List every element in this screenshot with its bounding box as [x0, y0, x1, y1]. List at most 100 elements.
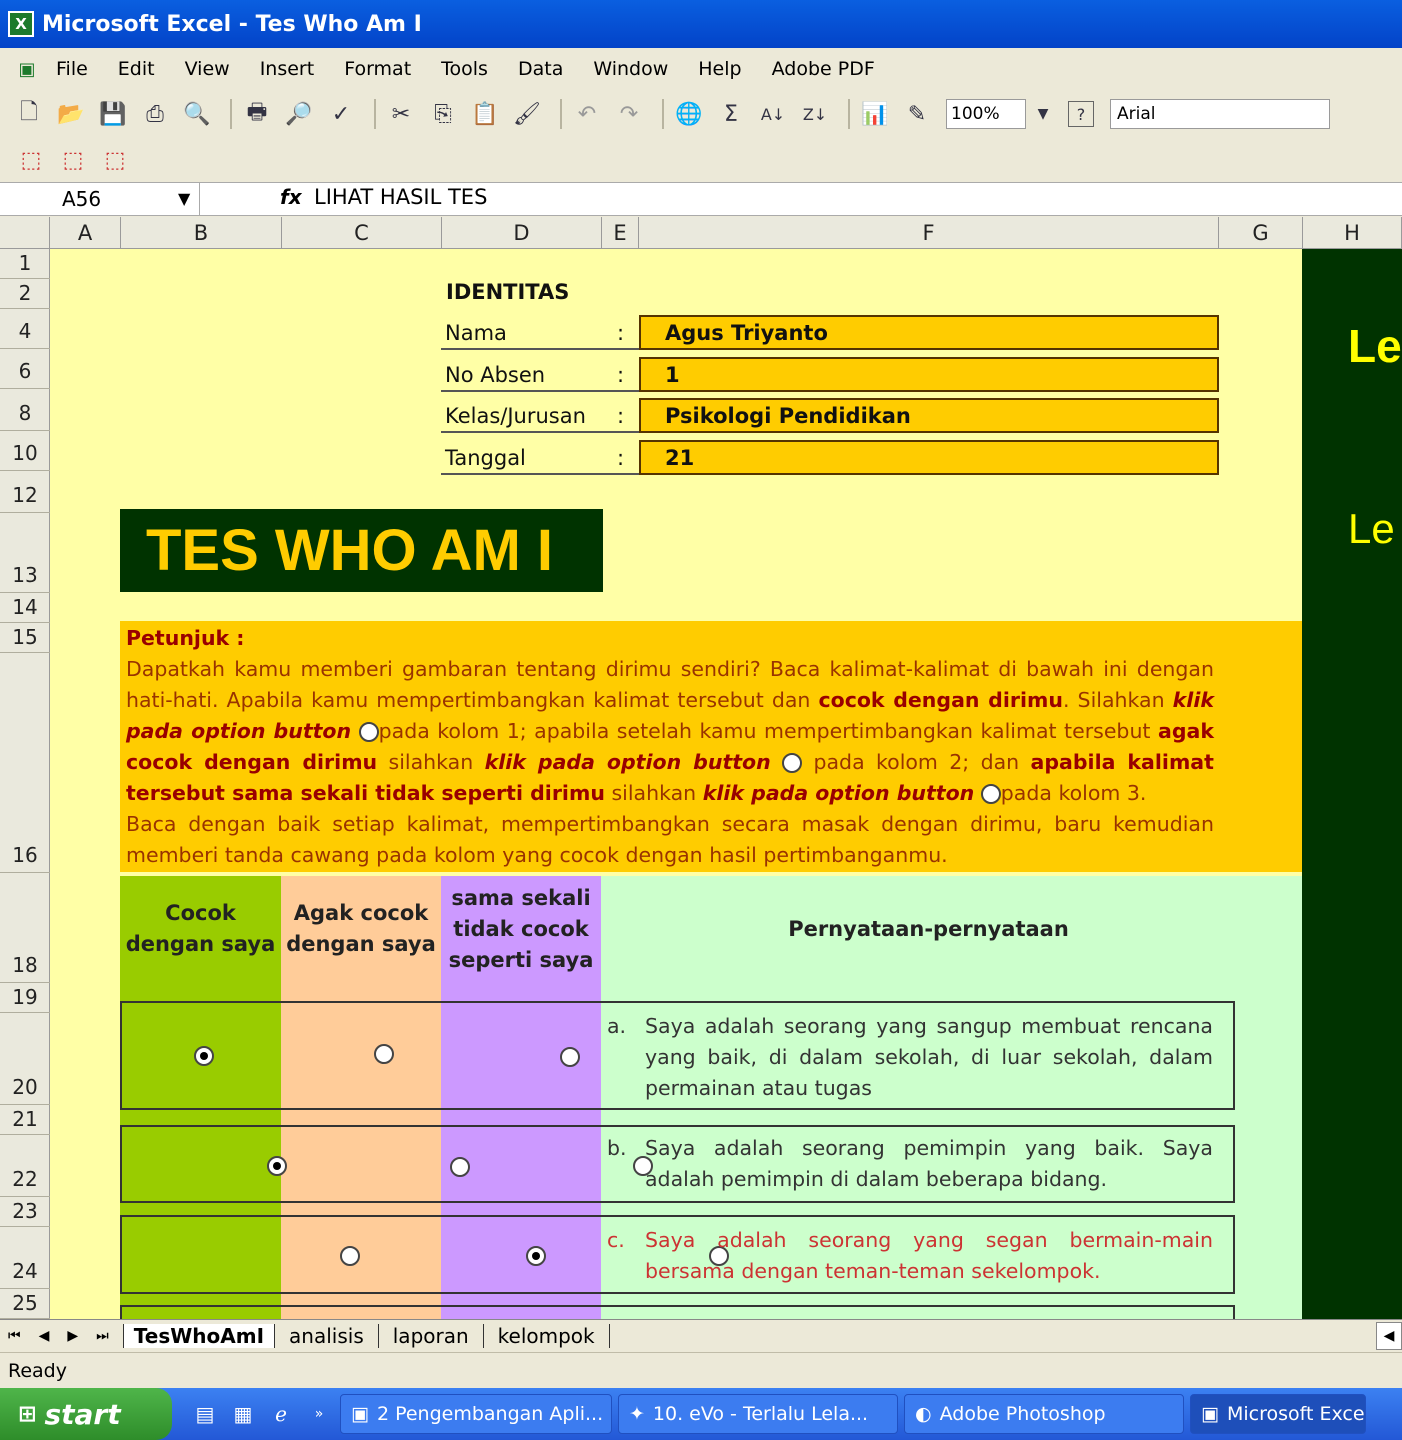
convert-pdf-email-icon[interactable]: ⬚: [56, 143, 90, 177]
hyperlink-icon[interactable]: 🌐: [672, 97, 706, 131]
sort-ascending-icon[interactable]: A↓: [756, 97, 790, 131]
cut-icon[interactable]: ✂: [384, 97, 418, 131]
help-icon[interactable]: ?: [1068, 101, 1094, 127]
menu-window[interactable]: Window: [593, 58, 668, 80]
row-header[interactable]: 24: [0, 1227, 50, 1289]
scroll-left-icon[interactable]: ◀: [1376, 1322, 1402, 1350]
field-value-tanggal[interactable]: 21: [639, 440, 1219, 475]
task-evo[interactable]: ✦ 10. eVo - Terlalu Lela...: [618, 1394, 898, 1434]
print-preview-icon[interactable]: 🔎: [282, 97, 316, 131]
column-header-e[interactable]: E: [602, 217, 639, 248]
row-header[interactable]: 6: [0, 349, 50, 389]
column-header-b[interactable]: B: [121, 217, 282, 248]
column-header-a[interactable]: A: [50, 217, 121, 248]
menu-data[interactable]: Data: [518, 58, 563, 80]
row-header[interactable]: 2: [0, 279, 50, 309]
menu-tools[interactable]: Tools: [441, 58, 488, 80]
field-value-nama[interactable]: Agus Triyanto: [639, 315, 1219, 350]
row-header[interactable]: 8: [0, 389, 50, 431]
menu-format[interactable]: Format: [344, 58, 411, 80]
sheet-tab-analisis[interactable]: analisis: [275, 1323, 379, 1348]
column-header-d[interactable]: D: [442, 217, 602, 248]
menu-edit[interactable]: Edit: [118, 58, 155, 80]
field-value-kelas[interactable]: Psikologi Pendidikan: [639, 398, 1219, 433]
autosum-icon[interactable]: Σ: [714, 97, 748, 131]
start-label: start: [44, 1397, 121, 1431]
fx-icon[interactable]: fx: [280, 185, 302, 209]
undo-icon[interactable]: ↶: [570, 97, 604, 131]
copy-icon[interactable]: ⎘: [426, 97, 460, 131]
menu-help[interactable]: Help: [698, 58, 741, 80]
column-header-c[interactable]: C: [282, 217, 442, 248]
row-header[interactable]: 25: [0, 1289, 50, 1319]
paste-icon[interactable]: 📋: [468, 97, 502, 131]
prev-sheet-icon[interactable]: ◀: [39, 1328, 50, 1344]
font-select[interactable]: Arial: [1110, 99, 1330, 129]
row-header[interactable]: 10: [0, 431, 50, 471]
column-header-g[interactable]: G: [1219, 217, 1303, 248]
convert-pdf-icon[interactable]: ⬚: [14, 143, 48, 177]
show-desktop-icon[interactable]: ▤: [190, 1399, 220, 1429]
row-header[interactable]: 13: [0, 513, 50, 593]
next-sheet-icon[interactable]: ▶: [67, 1328, 78, 1344]
radio-a-tidak[interactable]: [560, 1046, 581, 1067]
column-header-h[interactable]: H: [1303, 217, 1402, 248]
row-header[interactable]: 21: [0, 1105, 50, 1135]
research-icon[interactable]: 🔍: [180, 97, 214, 131]
print-icon[interactable]: 🖶: [240, 97, 274, 131]
sheet-tab-laporan[interactable]: laporan: [379, 1323, 484, 1348]
first-sheet-icon[interactable]: ⏮: [8, 1328, 21, 1344]
redo-icon[interactable]: ↷: [612, 97, 646, 131]
start-button[interactable]: ⊞ start: [0, 1388, 172, 1440]
select-all-corner[interactable]: [0, 217, 50, 248]
column-header-f[interactable]: F: [639, 217, 1219, 248]
sort-descending-icon[interactable]: Z↓: [798, 97, 832, 131]
open-icon[interactable]: 📂: [54, 97, 88, 131]
radio-c-cocok[interactable]: [339, 1245, 360, 1266]
chevron-down-icon[interactable]: ▼: [1026, 97, 1060, 131]
spelling-icon[interactable]: ✓: [324, 97, 358, 131]
row-header[interactable]: 20: [0, 1013, 50, 1105]
chevron-more-icon[interactable]: »: [304, 1399, 334, 1429]
last-sheet-icon[interactable]: ⏭: [96, 1328, 109, 1344]
formula-content[interactable]: LIHAT HASIL TES: [314, 185, 487, 209]
row-header[interactable]: 22: [0, 1135, 50, 1197]
sheet-tab-teswhoami[interactable]: TesWhoAmI: [122, 1323, 276, 1348]
menu-insert[interactable]: Insert: [260, 58, 315, 80]
task-photoshop[interactable]: ◐ Adobe Photoshop: [904, 1394, 1184, 1434]
row-header[interactable]: 14: [0, 593, 50, 623]
field-value-no-absen[interactable]: 1: [639, 357, 1219, 392]
menu-view[interactable]: View: [185, 58, 230, 80]
name-box[interactable]: A56: [0, 183, 200, 215]
row-header[interactable]: 19: [0, 983, 50, 1013]
task-excel[interactable]: ▣ Microsoft Exce: [1190, 1394, 1366, 1434]
format-painter-icon[interactable]: 🖌: [510, 97, 544, 131]
menu-adobe-pdf[interactable]: Adobe PDF: [772, 58, 875, 80]
radio-b-agak[interactable]: [450, 1156, 471, 1177]
row-header[interactable]: 4: [0, 309, 50, 349]
new-icon[interactable]: 🗋: [12, 97, 46, 131]
sheet-tab-kelompok[interactable]: kelompok: [484, 1323, 610, 1348]
row-header[interactable]: 16: [0, 653, 50, 873]
radio-b-cocok[interactable]: [267, 1155, 288, 1176]
row-header[interactable]: 15: [0, 623, 50, 653]
browser-icon[interactable]: ℯ: [266, 1399, 296, 1429]
row-header[interactable]: 18: [0, 873, 50, 983]
radio-a-cocok[interactable]: [194, 1045, 214, 1066]
row-header[interactable]: 1: [0, 249, 50, 279]
radio-a-agak[interactable]: [374, 1043, 395, 1064]
menu-file[interactable]: File: [56, 58, 88, 80]
row-header[interactable]: 23: [0, 1197, 50, 1227]
chevron-down-icon[interactable]: ▼: [178, 189, 190, 208]
row-header[interactable]: 12: [0, 471, 50, 513]
task-word[interactable]: ▣ 2 Pengembangan Apli...: [340, 1394, 612, 1434]
permission-icon[interactable]: ⎙: [138, 97, 172, 131]
drawing-icon[interactable]: ✎: [900, 97, 934, 131]
convert-pdf-review-icon[interactable]: ⬚: [98, 143, 132, 177]
radio-c-agak[interactable]: [525, 1245, 546, 1266]
media-icon[interactable]: ▦: [228, 1399, 258, 1429]
excel-doc-icon[interactable]: ▣: [10, 52, 44, 86]
zoom-select[interactable]: 100%: [946, 99, 1026, 129]
save-icon[interactable]: 💾: [96, 97, 130, 131]
chart-wizard-icon[interactable]: 📊: [858, 97, 892, 131]
